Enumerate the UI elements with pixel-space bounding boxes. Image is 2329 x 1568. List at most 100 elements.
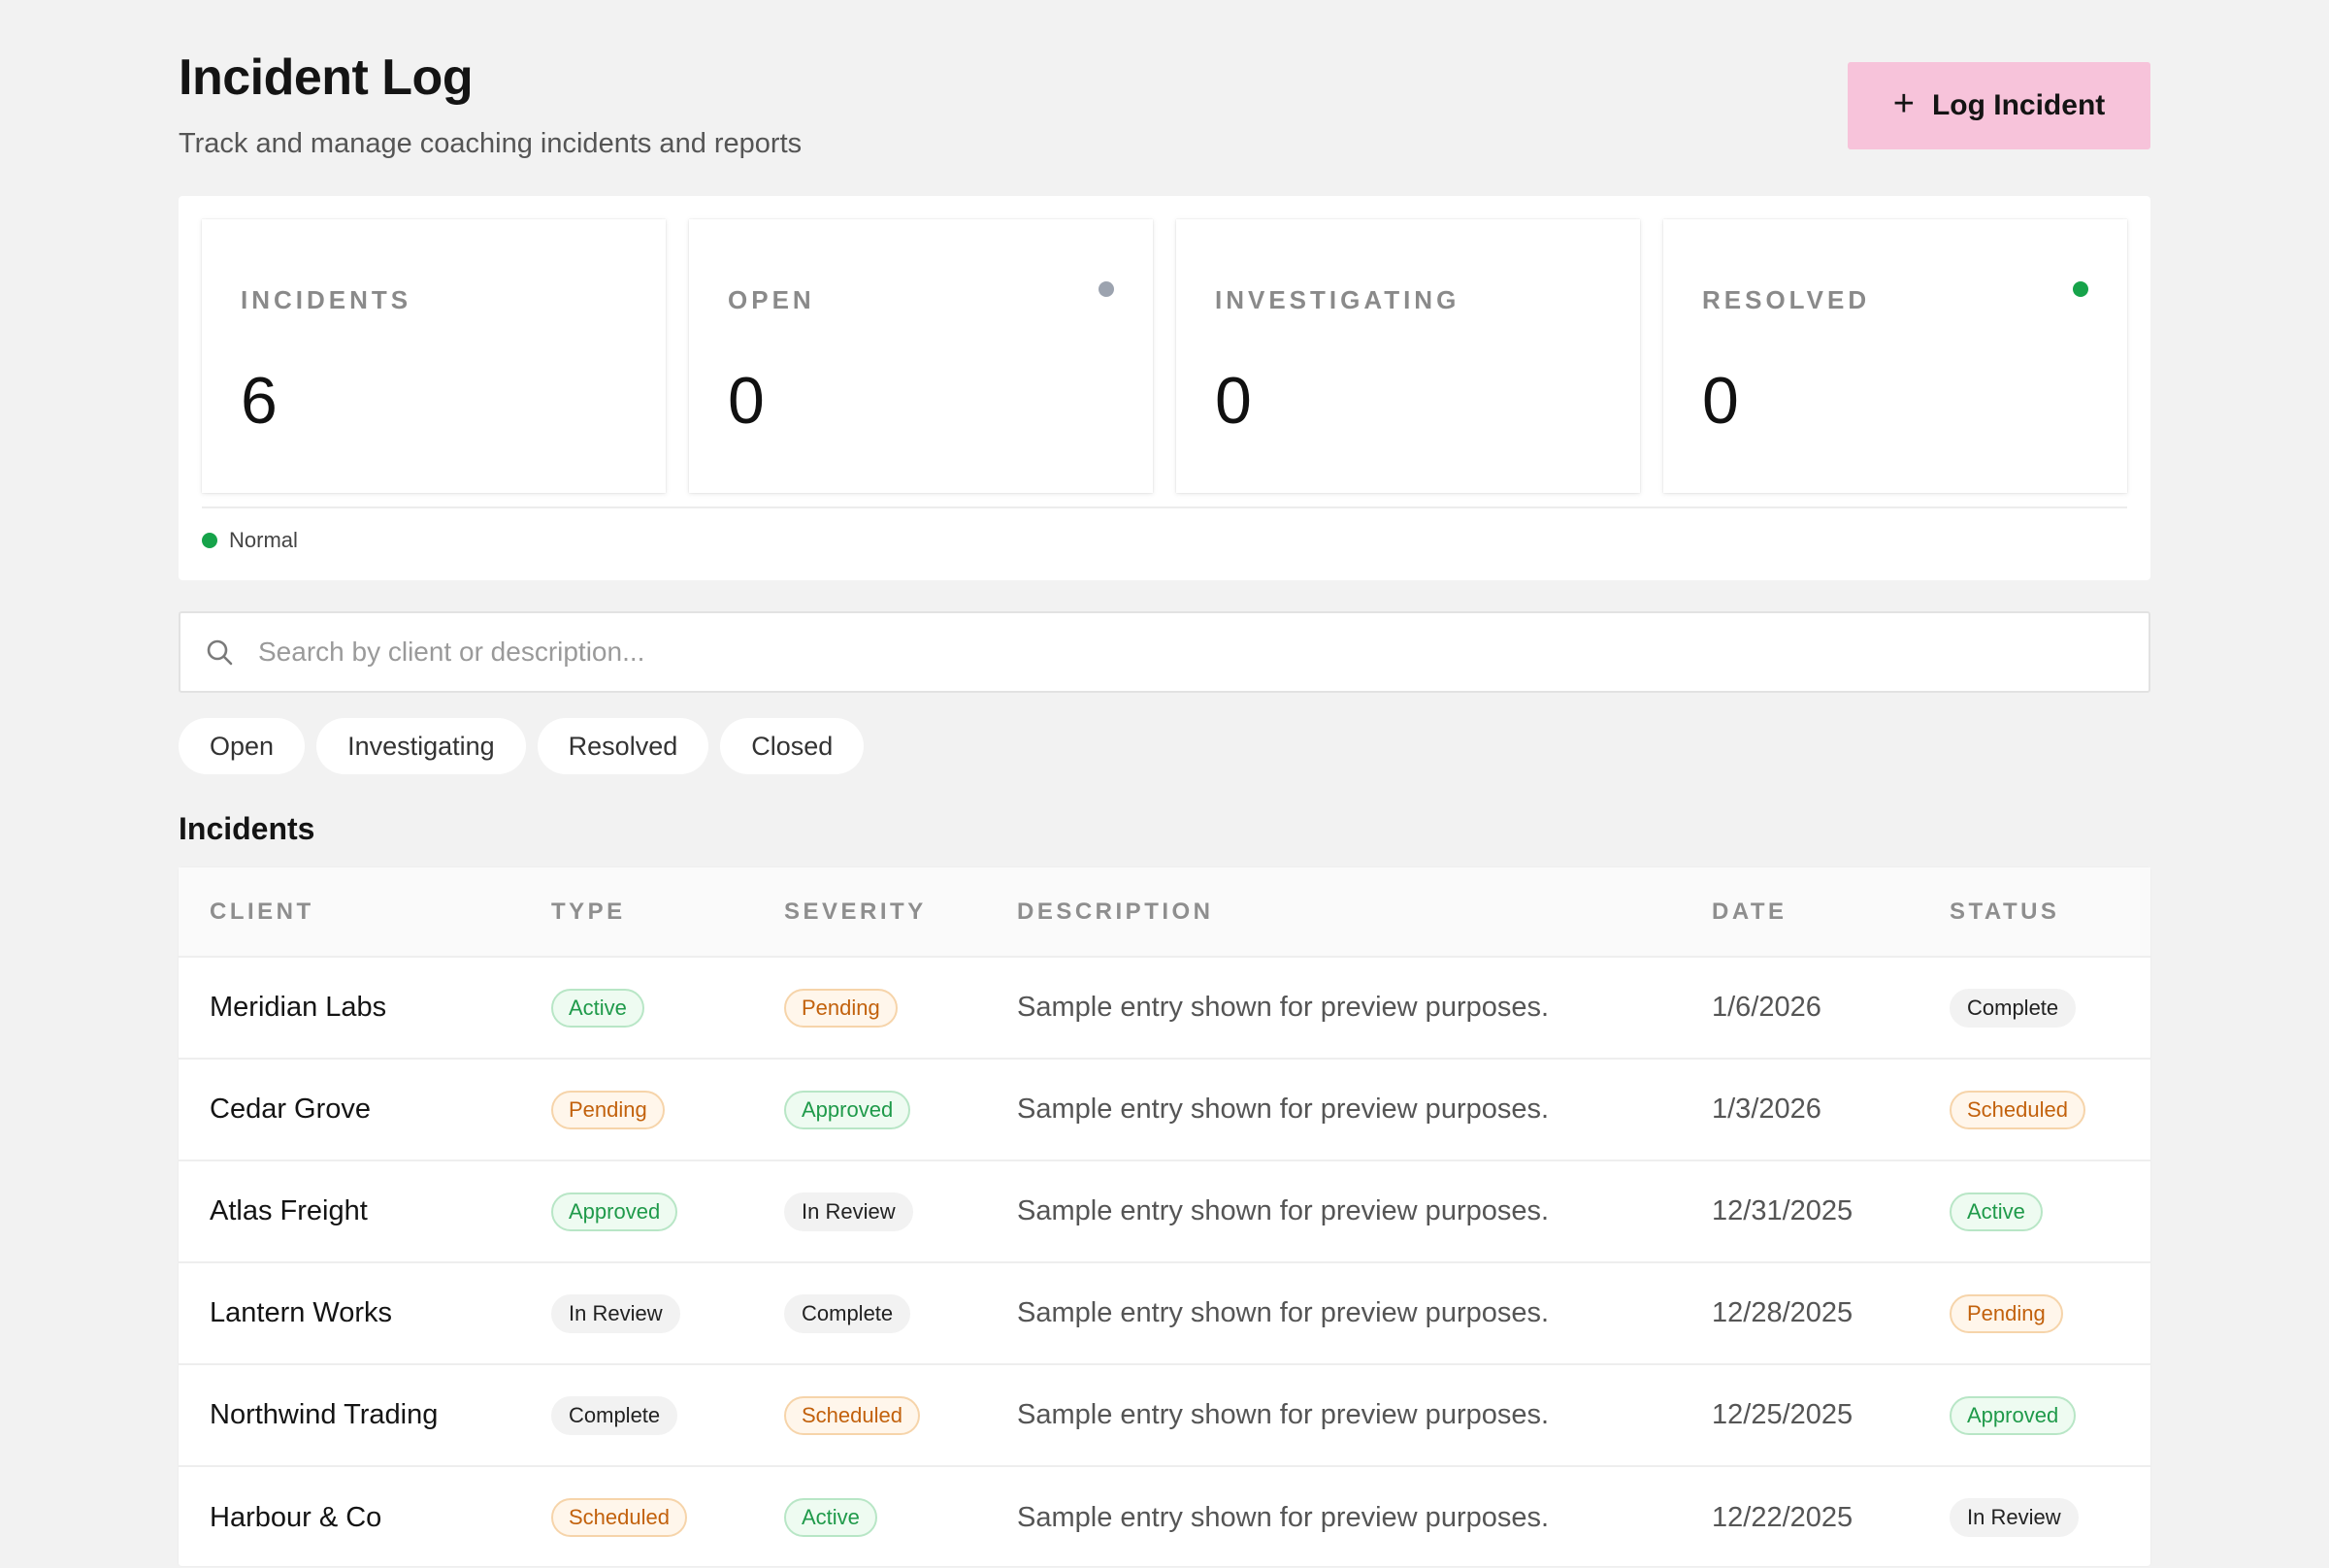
status-cell: Complete xyxy=(1919,957,2150,1059)
section-title: Incidents xyxy=(179,811,315,846)
search-input[interactable] xyxy=(258,613,2149,691)
severity-badge: Active xyxy=(784,1498,877,1537)
type-badge: Approved xyxy=(551,1192,678,1231)
page-title: Incident Log xyxy=(179,49,474,106)
severity-badge: Pending xyxy=(784,988,898,1028)
table-row[interactable]: Meridian Labs Active Pending Sample entr… xyxy=(179,957,2150,1059)
filter-chip-resolved[interactable]: Resolved xyxy=(537,718,709,774)
type-cell: Scheduled xyxy=(520,1466,753,1568)
column-header-client[interactable]: CLIENT xyxy=(179,867,520,957)
stat-label: RESOLVED xyxy=(1702,285,1871,314)
search-icon xyxy=(207,639,233,666)
client-cell: Harbour & Co xyxy=(210,1501,382,1533)
log-incident-button[interactable]: + Log Incident xyxy=(1848,62,2150,149)
type-cell: Pending xyxy=(520,1059,753,1160)
table-row[interactable]: Northwind Trading Complete Scheduled Sam… xyxy=(179,1364,2150,1466)
page-subtitle: Track and manage coaching incidents and … xyxy=(179,128,803,159)
status-cell: Active xyxy=(1919,1160,2150,1262)
description-cell: Sample entry shown for preview purposes. xyxy=(1017,1094,1550,1125)
stat-label: INCIDENTS xyxy=(241,285,412,314)
stat-value: 6 xyxy=(241,364,278,438)
stats-panel: INCIDENTS 6 OPEN 0 INVESTIGATING 0 RESOL… xyxy=(179,196,2150,580)
type-badge: Scheduled xyxy=(551,1498,687,1537)
column-header-type[interactable]: TYPE xyxy=(520,867,753,957)
severity-cell: Active xyxy=(753,1466,986,1568)
severity-badge: Scheduled xyxy=(784,1395,920,1435)
severity-cell: Complete xyxy=(753,1262,986,1364)
severity-cell: In Review xyxy=(753,1160,986,1262)
type-cell: In Review xyxy=(520,1262,753,1364)
table-row[interactable]: Lantern Works In Review Complete Sample … xyxy=(179,1262,2150,1364)
status-badge: Scheduled xyxy=(1950,1090,2085,1129)
description-cell: Sample entry shown for preview purposes. xyxy=(1017,1399,1550,1430)
table-row[interactable]: Atlas Freight Approved In Review Sample … xyxy=(179,1160,2150,1262)
incident-log-page: Incident Log Track and manage coaching i… xyxy=(179,0,2150,1566)
status-badge: Pending xyxy=(1950,1293,2063,1333)
incidents-table: CLIENT TYPE SEVERITY DESCRIPTION DATE ST… xyxy=(179,867,2150,1566)
status-badge: Complete xyxy=(1950,988,2077,1028)
date-cell: 1/3/2026 xyxy=(1712,1094,1821,1125)
log-incident-label: Log Incident xyxy=(1931,89,2106,121)
status-badge: In Review xyxy=(1950,1498,2079,1537)
divider xyxy=(202,506,2127,508)
severity-cell: Pending xyxy=(753,957,986,1059)
stat-label: INVESTIGATING xyxy=(1215,285,1460,314)
status-indicator: Normal xyxy=(202,528,298,553)
column-header-description[interactable]: DESCRIPTION xyxy=(986,867,1681,957)
severity-badge: Approved xyxy=(784,1090,911,1129)
type-cell: Active xyxy=(520,957,753,1059)
search-box xyxy=(179,611,2150,693)
stat-card-incidents: INCIDENTS 6 xyxy=(202,219,666,493)
column-header-status[interactable]: STATUS xyxy=(1919,867,2150,957)
filter-chip-investigating[interactable]: Investigating xyxy=(316,718,526,774)
status-cell: In Review xyxy=(1919,1466,2150,1568)
status-badge: Approved xyxy=(1950,1395,2077,1435)
status-badge: Active xyxy=(1950,1192,2043,1231)
description-cell: Sample entry shown for preview purposes. xyxy=(1017,1297,1550,1328)
client-cell: Atlas Freight xyxy=(210,1195,368,1226)
severity-cell: Scheduled xyxy=(753,1364,986,1466)
table-header-row: CLIENT TYPE SEVERITY DESCRIPTION DATE ST… xyxy=(179,867,2150,957)
description-cell: Sample entry shown for preview purposes. xyxy=(1017,992,1550,1023)
client-cell: Meridian Labs xyxy=(210,992,387,1023)
table-row[interactable]: Cedar Grove Pending Approved Sample entr… xyxy=(179,1059,2150,1160)
plus-icon: + xyxy=(1892,83,1915,124)
page-header: Incident Log Track and manage coaching i… xyxy=(179,0,2150,194)
type-badge: Active xyxy=(551,988,644,1028)
date-cell: 1/6/2026 xyxy=(1712,992,1821,1023)
filter-chip-open[interactable]: Open xyxy=(179,718,306,774)
stat-value: 0 xyxy=(1215,364,1252,438)
type-cell: Complete xyxy=(520,1364,753,1466)
column-header-date[interactable]: DATE xyxy=(1681,867,1919,957)
description-cell: Sample entry shown for preview purposes. xyxy=(1017,1195,1550,1226)
stat-label: OPEN xyxy=(728,285,815,314)
stat-value: 0 xyxy=(728,364,765,438)
filter-chip-closed[interactable]: Closed xyxy=(720,718,865,774)
type-badge: Complete xyxy=(551,1395,678,1435)
table-row[interactable]: Harbour & Co Scheduled Active Sample ent… xyxy=(179,1466,2150,1568)
status-dot-icon xyxy=(1099,281,1114,297)
stat-card-resolved: RESOLVED 0 xyxy=(1663,219,2127,493)
date-cell: 12/25/2025 xyxy=(1712,1399,1853,1430)
severity-cell: Approved xyxy=(753,1059,986,1160)
status-filters: Open Investigating Resolved Closed xyxy=(179,718,865,774)
status-cell: Scheduled xyxy=(1919,1059,2150,1160)
type-cell: Approved xyxy=(520,1160,753,1262)
severity-badge: In Review xyxy=(784,1192,913,1231)
stat-card-open: OPEN 0 xyxy=(689,219,1153,493)
stat-value: 0 xyxy=(1702,364,1739,438)
date-cell: 12/22/2025 xyxy=(1712,1501,1853,1533)
status-cell: Approved xyxy=(1919,1364,2150,1466)
client-cell: Cedar Grove xyxy=(210,1094,372,1125)
status-indicator-label: Normal xyxy=(229,528,298,552)
status-dot-icon xyxy=(202,533,217,548)
severity-badge: Complete xyxy=(784,1293,911,1333)
column-header-severity[interactable]: SEVERITY xyxy=(753,867,986,957)
client-cell: Northwind Trading xyxy=(210,1399,439,1430)
status-cell: Pending xyxy=(1919,1262,2150,1364)
description-cell: Sample entry shown for preview purposes. xyxy=(1017,1501,1550,1533)
type-badge: In Review xyxy=(551,1293,680,1333)
date-cell: 12/28/2025 xyxy=(1712,1297,1853,1328)
status-dot-icon xyxy=(2073,281,2088,297)
client-cell: Lantern Works xyxy=(210,1297,393,1328)
